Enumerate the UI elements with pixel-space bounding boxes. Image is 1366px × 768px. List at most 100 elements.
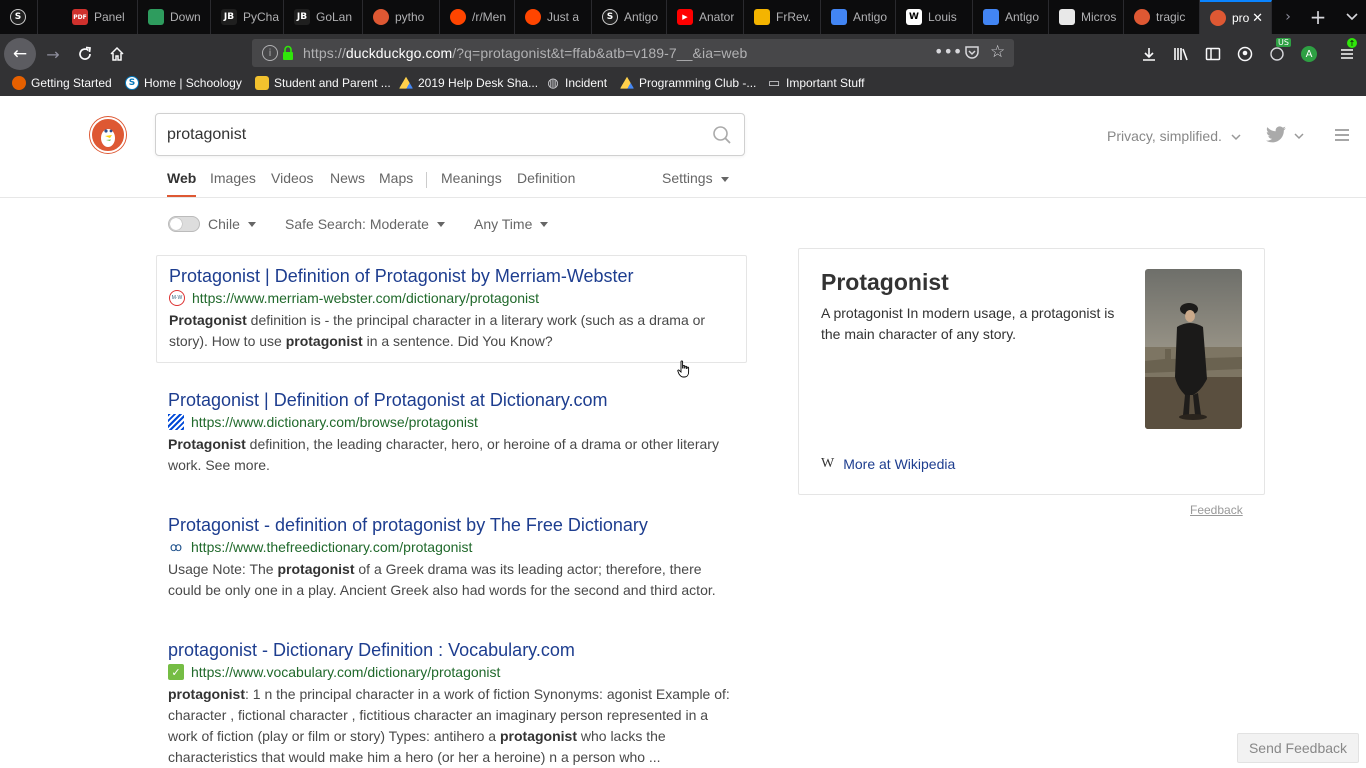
settings-dropdown[interactable]: Settings (662, 170, 729, 186)
docs-icon (831, 9, 847, 25)
result-title-link[interactable]: Protagonist | Definition of Protagonist … (168, 390, 735, 410)
result-title-link[interactable]: Protagonist | Definition of Protagonist … (169, 266, 734, 286)
reload-button[interactable] (72, 41, 98, 67)
browser-tab[interactable]: JB PyCha (211, 0, 284, 34)
region-dropdown[interactable]: Chile (208, 216, 256, 232)
time-filter-dropdown[interactable]: Any Time (474, 216, 549, 232)
browser-tab-label: Antigo (1005, 10, 1040, 24)
search-result[interactable]: Protagonist - definition of protagonist … (156, 505, 747, 611)
browser-tab[interactable]: /r/Men (440, 0, 515, 34)
browser-tab[interactable]: Antigo (821, 0, 896, 34)
bookmark-label: 2019 Help Desk Sha... (418, 76, 539, 90)
bookmark-item[interactable]: 2019 Help Desk Sha... (399, 76, 538, 90)
result-url[interactable]: https://www.vocabulary.com/dictionary/pr… (191, 664, 500, 680)
search-icon[interactable] (712, 125, 732, 145)
address-bar[interactable]: i https://duckduckgo.com/?q=protagonist&… (252, 39, 1014, 67)
browser-tab[interactable]: tragic (1124, 0, 1200, 34)
browser-tab[interactable]: S Antigo (592, 0, 667, 34)
browser-tab[interactable]: ▶ Anator (667, 0, 744, 34)
downloads-button[interactable] (1136, 41, 1162, 67)
network-icon (1270, 47, 1284, 61)
knowledge-panel-image[interactable] (1145, 269, 1242, 429)
pdf-icon: PDF (72, 9, 88, 25)
hand-cursor-icon (677, 360, 690, 378)
search-input[interactable] (167, 124, 687, 146)
browser-tab-label: Anator (699, 10, 735, 24)
side-menu-button[interactable] (1334, 128, 1352, 144)
tab-news[interactable]: News (330, 170, 365, 186)
browser-tab[interactable]: Antigo (973, 0, 1049, 34)
account-button[interactable] (1232, 41, 1258, 67)
tab-list-button[interactable] (1340, 5, 1364, 29)
search-result[interactable]: Protagonist | Definition of Protagonist … (156, 380, 747, 486)
sidebar-button[interactable] (1200, 41, 1226, 67)
pocket-icon[interactable] (964, 44, 980, 60)
tab-maps[interactable]: Maps (379, 170, 413, 186)
result-url[interactable]: https://www.merriam-webster.com/dictiona… (192, 290, 539, 306)
tab-images[interactable]: Images (210, 170, 256, 186)
bookmark-item[interactable]: Getting Started (12, 76, 112, 90)
bookmark-item[interactable]: ▭ Important Stuff (767, 76, 865, 91)
tab-definition[interactable]: Definition (517, 170, 575, 186)
browser-tab[interactable]: JB GoLan (284, 0, 363, 34)
snippet-highlight: protagonist (168, 686, 245, 702)
send-feedback-button[interactable]: Send Feedback (1237, 733, 1359, 763)
more-at-wikipedia-label: More at Wikipedia (843, 456, 956, 472)
result-title-link[interactable]: protagonist - Dictionary Definition : Vo… (168, 640, 735, 660)
search-result[interactable]: Protagonist | Definition of Protagonist … (156, 255, 747, 363)
browser-tab[interactable]: Just a (515, 0, 592, 34)
bookmark-item[interactable]: Programming Club -... (620, 76, 756, 90)
browser-tab[interactable]: PDF Panel (62, 0, 138, 34)
free-dictionary-icon: ꝏ (169, 540, 183, 554)
knowledge-panel-title: Protagonist (821, 269, 949, 295)
feedback-link[interactable]: Feedback (1190, 503, 1243, 517)
app-menu-button[interactable]: ↑ (1334, 38, 1360, 67)
profile-extension-button[interactable]: A (1296, 41, 1322, 67)
home-icon (110, 46, 124, 61)
bookmark-star-icon[interactable]: ☆ (990, 42, 1005, 62)
docs-icon (983, 9, 999, 25)
forward-button[interactable]: → (40, 41, 66, 67)
twitter-dropdown[interactable] (1265, 126, 1304, 147)
result-url[interactable]: https://www.dictionary.com/browse/protag… (191, 414, 478, 430)
back-button[interactable]: ← (4, 38, 36, 70)
browser-tab-label: Down (170, 10, 201, 24)
duckduckgo-logo[interactable] (90, 117, 126, 153)
tab-videos[interactable]: Videos (271, 170, 314, 186)
bookmark-item[interactable]: S Home | Schoology (125, 76, 242, 90)
lock-icon (282, 45, 294, 61)
browser-tab[interactable]: S‹ (0, 0, 38, 34)
page-actions-icon[interactable]: ••• (934, 42, 962, 61)
tab-web[interactable]: Web (167, 170, 196, 186)
browser-tab-label: Panel (94, 10, 125, 24)
url-host: duckduckgo.com (345, 45, 453, 61)
browser-tab[interactable]: Down (138, 0, 211, 34)
browser-tab[interactable]: W Louis (896, 0, 973, 34)
result-url-row: M·W https://www.merriam-webster.com/dicti… (169, 290, 734, 306)
tab-meanings[interactable]: Meanings (441, 170, 502, 186)
browser-tab[interactable]: pro ✕ (1200, 0, 1272, 34)
vpn-extension-button[interactable]: US (1264, 38, 1291, 67)
bookmark-item[interactable]: Student and Parent ... (255, 76, 391, 90)
browser-tab[interactable]: pytho (363, 0, 440, 34)
library-button[interactable] (1168, 41, 1194, 67)
search-result[interactable]: protagonist - Dictionary Definition : Vo… (156, 630, 747, 768)
new-tab-button[interactable]: + (1306, 5, 1330, 29)
drive-icon (399, 76, 413, 89)
browser-tab[interactable]: FrRev. (744, 0, 821, 34)
close-tab-icon[interactable]: ✕ (1252, 11, 1263, 26)
result-title-link[interactable]: Protagonist - definition of protagonist … (168, 515, 735, 535)
scroll-tabs-right-icon[interactable]: › (1278, 8, 1298, 26)
privacy-dropdown[interactable]: Privacy, simplified. (1107, 128, 1241, 144)
chevron-down-icon (1346, 13, 1358, 21)
bookmark-item[interactable]: ◍ Incident (546, 76, 607, 91)
ddg-icon (373, 9, 389, 25)
home-button[interactable] (104, 41, 130, 67)
browser-tab[interactable]: Micros (1049, 0, 1124, 34)
more-at-wikipedia-link[interactable]: W More at Wikipedia (821, 456, 955, 472)
site-info-icon[interactable]: i (262, 45, 278, 61)
safe-search-dropdown[interactable]: Safe Search: Moderate (285, 216, 445, 232)
region-toggle[interactable] (168, 216, 200, 232)
bookmark-label: Programming Club -... (639, 76, 757, 90)
result-url[interactable]: https://www.thefreedictionary.com/protag… (191, 539, 472, 555)
